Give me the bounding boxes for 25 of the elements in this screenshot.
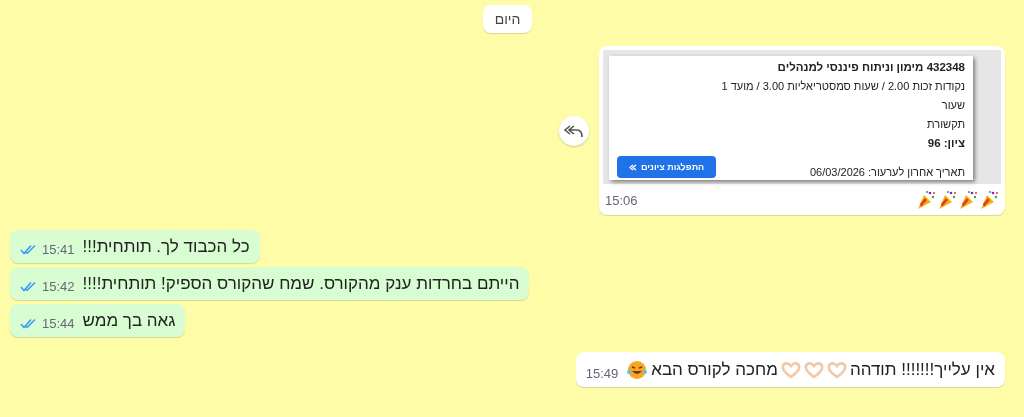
reply-all-icon (564, 123, 584, 138)
message-time: 15:49 (585, 366, 619, 381)
message-text: הייתם בחרדות ענק מהקורס. שמח שהקורס הספיק! תותחית!!!! (82, 274, 520, 294)
grade-distribution-button[interactable]: התפלגות ציונים (617, 156, 717, 178)
party-popper-icon (937, 190, 957, 210)
double-chevron-icon (629, 163, 637, 171)
party-popper-icon (916, 190, 936, 210)
message-text: כל הכבוד לך. תותחית!!! (82, 237, 250, 257)
course-detail: תקשורת (926, 118, 965, 130)
message-time: 15:42 (42, 279, 75, 294)
forward-button[interactable] (559, 115, 589, 146)
message-time: 15:06 (605, 192, 638, 208)
message-text: מחכה לקורס הבא (651, 360, 778, 380)
appeal-deadline: תאריך אחרון לערעור: 06/03/2026 (809, 166, 965, 178)
date-chip: היום (482, 5, 533, 33)
course-detail: שעור (940, 99, 965, 111)
message-text: גאה בך ממש (82, 311, 176, 331)
message-time: 15:44 (42, 316, 75, 331)
party-popper-icon (979, 190, 999, 210)
laughing-face-icon (626, 359, 649, 381)
course-detail: נקודות זכות 2.00 / שעות סמסטריאליות 3.00 / מועד 1 (720, 80, 965, 92)
message-text: אין עלייך!!!!!!! תודהה (849, 360, 995, 380)
course-title: 432348 מימון וניתוח פיננסי למנהלים (776, 61, 965, 73)
message-time: 15:41 (42, 242, 75, 257)
party-popper-icon (958, 190, 978, 210)
